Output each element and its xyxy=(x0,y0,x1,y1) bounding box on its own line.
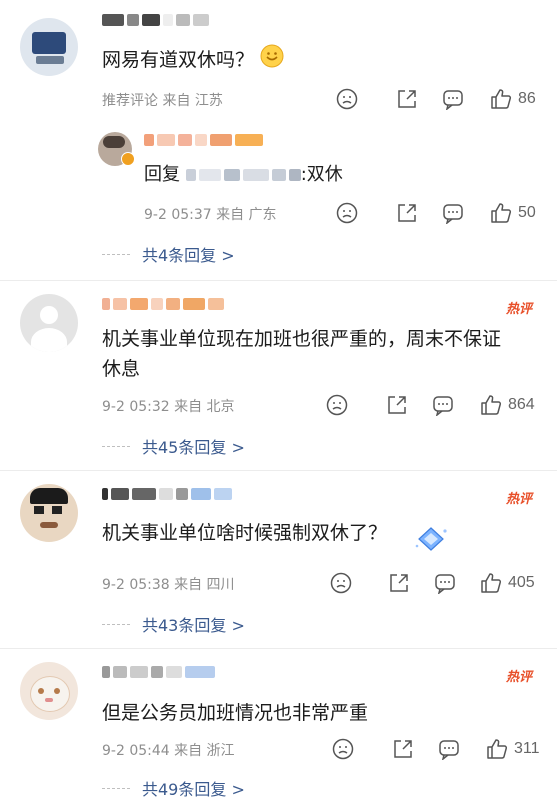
like-count: 50 xyxy=(518,204,536,221)
share-icon[interactable] xyxy=(386,394,408,416)
smile-emoji-icon xyxy=(260,44,284,77)
like-button[interactable]: 864 xyxy=(480,394,535,416)
comment-meta: 9-2 05:38 来自 四川 xyxy=(102,577,235,593)
comment-meta: 9-2 05:44 来自 浙江 xyxy=(102,743,235,759)
thumbs-up-icon xyxy=(490,202,512,224)
comment-meta: 推荐评论 来自 江苏 xyxy=(102,93,223,109)
divider xyxy=(0,648,557,649)
like-count: 405 xyxy=(508,574,535,591)
username-blurred[interactable] xyxy=(102,664,215,680)
avatar[interactable] xyxy=(20,662,78,720)
avatar[interactable] xyxy=(20,18,78,76)
dislike-face-icon[interactable] xyxy=(336,88,358,110)
comment-meta: 9-2 05:32 来自 北京 xyxy=(102,399,235,415)
like-count: 864 xyxy=(508,396,535,413)
thumbs-up-icon xyxy=(486,738,508,760)
dislike-face-icon[interactable] xyxy=(330,572,352,594)
like-button[interactable]: 86 xyxy=(490,88,536,110)
share-icon[interactable] xyxy=(388,572,410,594)
username-blurred[interactable] xyxy=(144,132,263,148)
comment-icon[interactable] xyxy=(432,394,454,416)
diamond-sticker-icon xyxy=(414,526,448,556)
like-button[interactable]: 311 xyxy=(486,738,540,760)
reply-meta: 9-2 05:37 来自 广东 xyxy=(144,207,277,223)
thumbs-up-icon xyxy=(490,88,512,110)
comment-icon[interactable] xyxy=(442,88,464,110)
view-replies-link[interactable]: 共4条回复 > xyxy=(102,242,235,266)
like-count: 311 xyxy=(514,740,540,757)
view-replies-link[interactable]: 共43条回复 > xyxy=(102,612,245,636)
username-blurred[interactable] xyxy=(102,12,209,28)
comment-text: 机关事业单位现在加班也很严重的，周末不保证 休息 xyxy=(102,328,502,380)
comment-text: 但是公务员加班情况也非常严重 xyxy=(102,702,369,724)
view-replies-link[interactable]: 共45条回复 > xyxy=(102,434,245,458)
comment-icon[interactable] xyxy=(434,572,456,594)
share-icon[interactable] xyxy=(396,202,418,224)
dislike-face-icon[interactable] xyxy=(326,394,348,416)
divider xyxy=(0,280,557,281)
verified-badge-icon xyxy=(121,152,135,166)
like-button[interactable]: 50 xyxy=(490,202,536,224)
dislike-face-icon[interactable] xyxy=(336,202,358,224)
divider xyxy=(0,470,557,471)
view-replies-link[interactable]: 共49条回复 > xyxy=(102,776,245,800)
comment-icon[interactable] xyxy=(442,202,464,224)
comment-text: 网易有道双休吗？ xyxy=(102,44,284,77)
share-icon[interactable] xyxy=(396,88,418,110)
hot-comment-badge: 热评 xyxy=(506,669,533,684)
hot-comment-badge: 热评 xyxy=(506,301,533,316)
comment-icon[interactable] xyxy=(438,738,460,760)
reply-text: 回复 :双休 xyxy=(144,164,343,185)
mentioned-user-blurred[interactable] xyxy=(185,167,301,183)
username-blurred[interactable] xyxy=(102,296,224,312)
like-count: 86 xyxy=(518,90,536,107)
dislike-face-icon[interactable] xyxy=(332,738,354,760)
comment-text: 机关事业单位啥时候强制双休了？ xyxy=(102,522,388,544)
like-button[interactable]: 405 xyxy=(480,572,535,594)
avatar[interactable] xyxy=(20,294,78,352)
thumbs-up-icon xyxy=(480,394,502,416)
username-blurred[interactable] xyxy=(102,486,232,502)
thumbs-up-icon xyxy=(480,572,502,594)
avatar[interactable] xyxy=(20,484,78,542)
hot-comment-badge: 热评 xyxy=(506,491,533,506)
share-icon[interactable] xyxy=(392,738,414,760)
